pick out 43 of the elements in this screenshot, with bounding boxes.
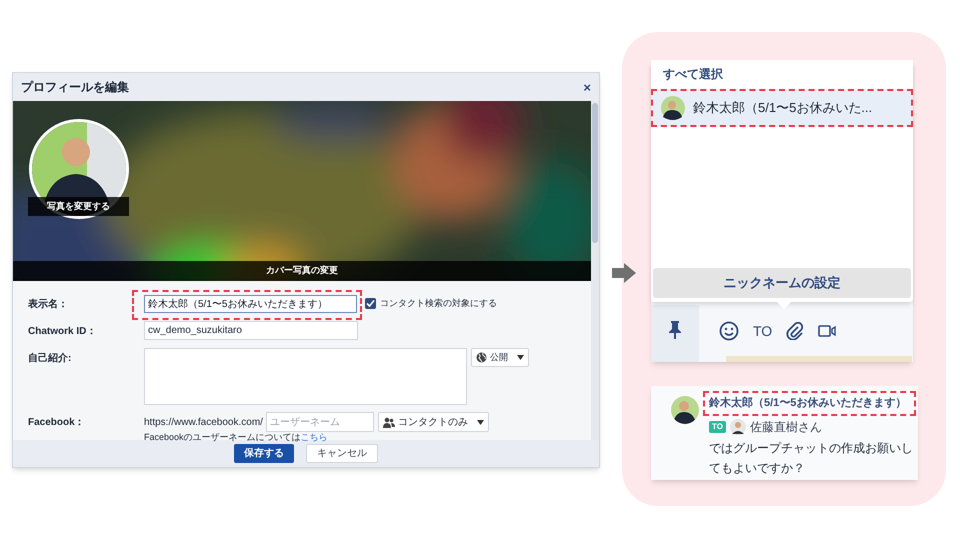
to-button[interactable]: TO	[753, 324, 772, 338]
caret-icon	[477, 420, 484, 424]
field-label: 表示名：	[28, 298, 68, 312]
avatar	[671, 396, 699, 424]
intro-field[interactable]	[144, 348, 467, 405]
sender-name: 鈴木太郎（5/1〜5お休みいただきます）	[709, 397, 906, 410]
checkbox-label: コンタクト検索の対象にする	[380, 297, 497, 310]
field-label: Facebook：	[28, 416, 85, 430]
field-label: Chatwork ID：	[28, 325, 96, 339]
visibility-dropdown[interactable]: 公開	[471, 348, 529, 367]
message-text: てもよいですか？	[709, 460, 806, 477]
help-text: Facebookのユーザーネームについてはこちら	[144, 432, 328, 442]
mention-item[interactable]: 鈴木太郎（5/1〜5お休みいた...	[651, 89, 913, 127]
url-prefix: https://www.facebook.com/	[144, 416, 263, 430]
emoji-icon[interactable]	[719, 321, 739, 341]
video-icon[interactable]	[818, 324, 836, 338]
scrollbar-thumb[interactable]	[592, 103, 598, 243]
close-button[interactable]: ×	[583, 80, 591, 94]
avatar	[661, 96, 685, 120]
pin-icon[interactable]	[669, 321, 681, 339]
caret-icon	[517, 355, 524, 360]
people-icon	[383, 416, 395, 428]
nickname-button[interactable]: ニックネームの設定	[653, 268, 911, 298]
username-field[interactable]: ユーザーネーム	[266, 412, 374, 432]
field-label: 自己紹介:	[28, 352, 72, 366]
message-text: ではグループチャットの作成お願いし	[709, 440, 913, 457]
globe-icon	[476, 352, 487, 363]
avatar	[730, 419, 746, 435]
display-name-field[interactable]: 鈴木太郎（5/1〜5お休みいただきます）	[144, 295, 357, 313]
checkbox[interactable]	[365, 298, 376, 310]
visibility-dropdown[interactable]: コンタクトのみ	[378, 412, 489, 432]
help-link[interactable]: こちら	[300, 432, 328, 442]
select-all-link[interactable]: すべて選択	[663, 65, 913, 83]
change-photo-button[interactable]: 写真を変更する	[28, 197, 129, 216]
dialog-title: プロフィールを編集	[21, 79, 129, 96]
chatwork-id-field[interactable]: cw_demo_suzukitaro	[144, 321, 358, 340]
arrow-icon	[612, 263, 636, 283]
to-badge: TO	[709, 421, 726, 433]
save-button[interactable]: 保存する	[234, 444, 294, 463]
recipient-name: 佐藤直樹さん	[750, 419, 822, 436]
change-cover-button[interactable]: カバー写真の変更	[13, 261, 591, 281]
cancel-button[interactable]: キャンセル	[306, 444, 378, 463]
paperclip-icon[interactable]	[786, 322, 804, 340]
